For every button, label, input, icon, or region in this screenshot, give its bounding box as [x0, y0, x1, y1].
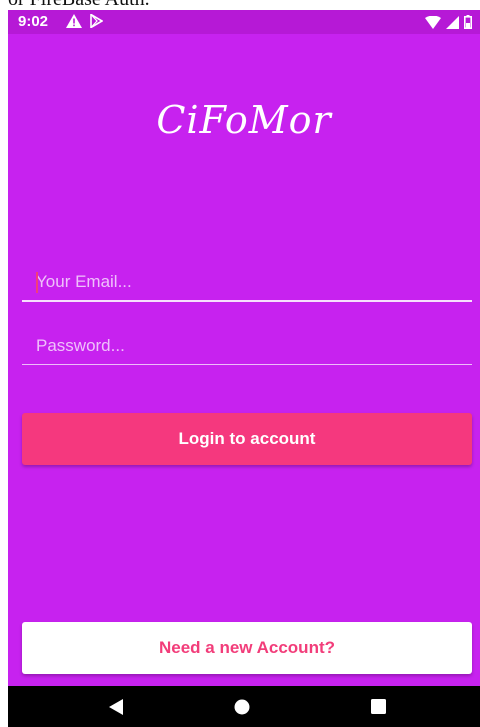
phone-screen: 9:02 CiFoMor Login to accou — [8, 10, 480, 727]
status-bar: 9:02 — [8, 10, 480, 34]
status-system-icons — [425, 15, 473, 34]
app-logo: CiFoMor — [156, 98, 332, 142]
new-account-button[interactable]: Need a new Account? — [22, 622, 472, 674]
text-cursor — [36, 272, 38, 293]
login-button[interactable]: Login to account — [22, 413, 472, 465]
status-time: 9:02 — [18, 13, 49, 30]
navigation-bar — [8, 686, 480, 727]
home-icon[interactable] — [234, 699, 250, 720]
play-store-icon — [90, 13, 104, 33]
battery-icon — [464, 15, 473, 34]
recents-icon[interactable] — [371, 699, 386, 719]
signal-icon — [446, 15, 459, 34]
status-notification-icons — [66, 13, 104, 33]
back-icon[interactable] — [108, 699, 124, 720]
wifi-icon — [425, 15, 441, 34]
caption-text: or FireBase Auth. — [8, 0, 480, 10]
email-input[interactable] — [22, 264, 472, 300]
email-field-container — [22, 264, 472, 302]
password-field-container — [22, 328, 472, 365]
warning-icon — [66, 14, 82, 33]
password-input[interactable] — [22, 328, 472, 364]
